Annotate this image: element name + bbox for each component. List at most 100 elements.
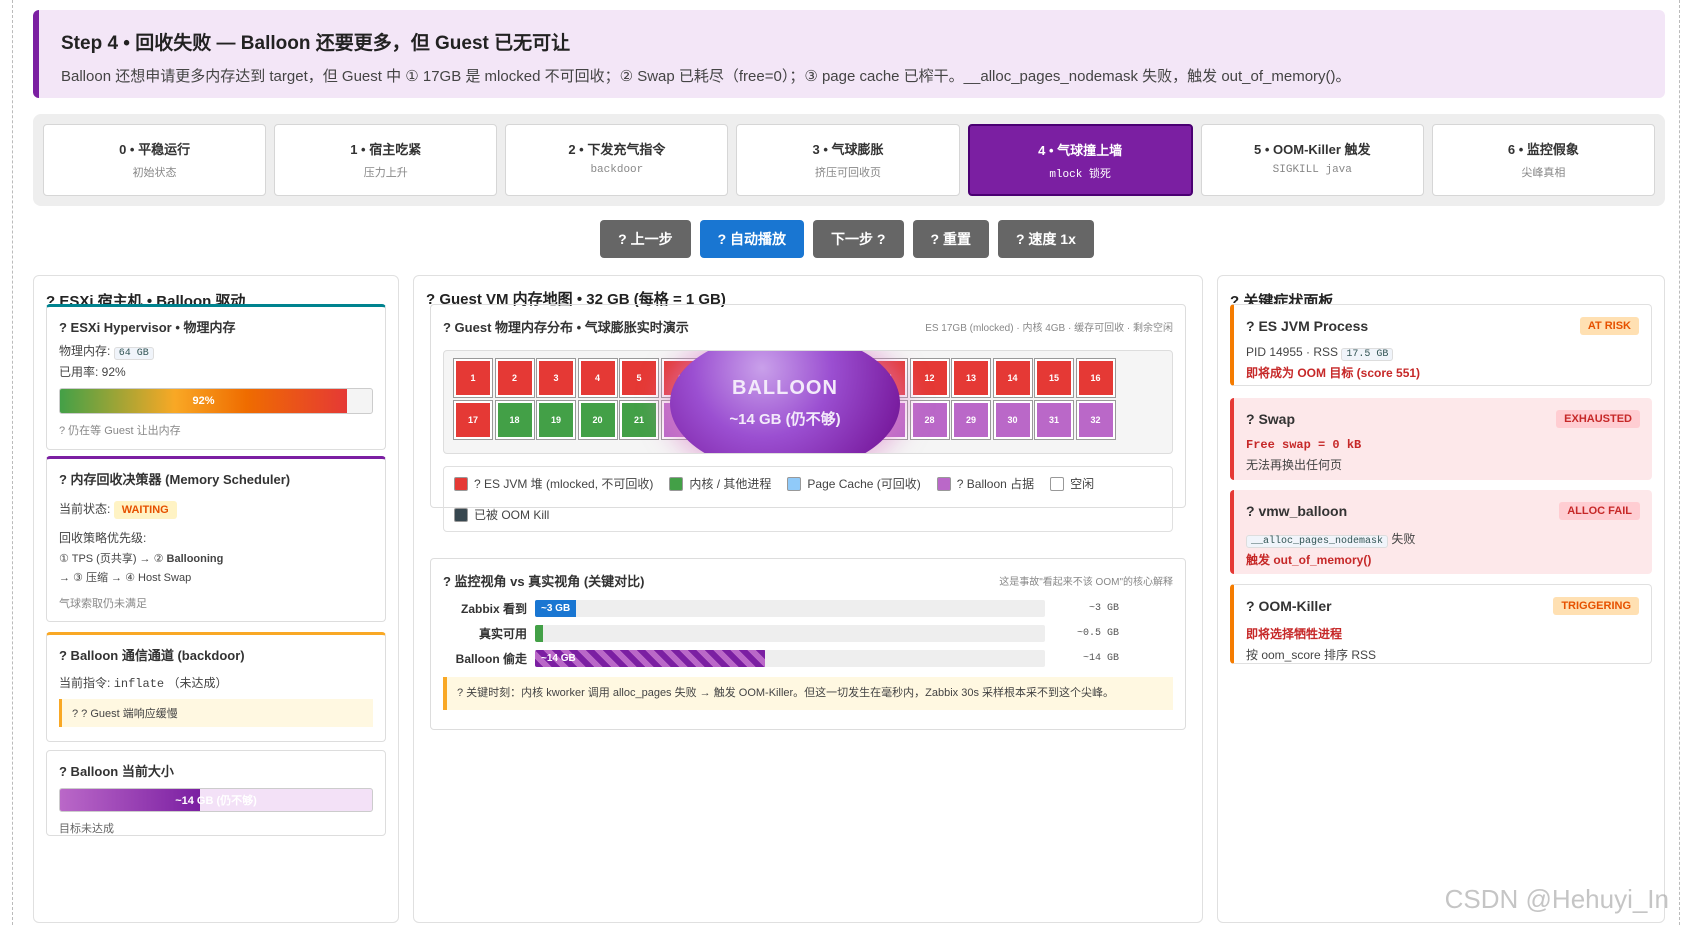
step-tab-label: 2 • 下发充气指令 — [568, 142, 666, 157]
next-step-button[interactable]: 下一步 ? — [813, 220, 904, 258]
legend-swatch — [669, 476, 684, 491]
memory-cell: 18 — [494, 400, 535, 440]
swap-note: 无法再换出任何页 — [1246, 458, 1343, 472]
oom-killer-line1: 即将选择牺牲进程 — [1246, 627, 1343, 641]
balloon-size-note: 目标未达成 — [59, 823, 114, 835]
legend-label: ? ES JVM 堆 (mlocked, 不可回收) — [474, 477, 654, 491]
legend-label: 已被 OOM Kill — [474, 508, 550, 522]
scheduler-card: ? 内存回收决策器 (Memory Scheduler) 当前状态: WAITI… — [46, 456, 386, 622]
balloon-title: BALLOON — [732, 377, 838, 399]
legend-label: ? Balloon 占据 — [956, 477, 1035, 491]
priority-line-2: → ③ 压缩 → ④ Host Swap — [59, 572, 192, 584]
reset-button[interactable]: ? 重置 — [912, 220, 989, 258]
step-tab-1[interactable]: 1 • 宿主吃紧 压力上升 — [274, 124, 498, 196]
legend-swatch — [1050, 476, 1065, 491]
memory-cell: 12 — [909, 358, 950, 398]
memory-cell: 28 — [909, 400, 950, 440]
channel-alert: ? ? Guest 端响应缓慢 — [59, 699, 373, 727]
status-badge: EXHAUSTED — [1556, 410, 1640, 428]
step-tab-sub: mlock 锁死 — [1049, 169, 1111, 181]
scheduler-state-label: 当前状态: — [59, 502, 111, 516]
step-tab-6[interactable]: 6 • 监控假象 尖峰真相 — [1431, 124, 1655, 196]
page-frame: Step 4 • 回收失败 — Balloon 还要更多，但 Guest 已无可… — [12, 0, 1680, 925]
legend-swatch — [454, 476, 468, 491]
legend-label: 空闲 — [1070, 477, 1095, 491]
step-tab-sub: 压力上升 — [363, 168, 408, 180]
channel-card: ? Balloon 通信通道 (backdoor) 当前指令: inflate … — [46, 632, 386, 742]
step-tab-2[interactable]: 2 • 下发充气指令 backdoor — [505, 124, 729, 196]
channel-cmd-label: 当前指令: — [59, 676, 111, 690]
prev-step-button[interactable]: ? 上一步 — [600, 220, 691, 258]
memory-cell: 19 — [536, 400, 576, 440]
vmw-balloon-title: ? vmw_balloon — [1246, 503, 1348, 519]
oom-killer-line2: 按 oom_score 排序 RSS — [1246, 648, 1377, 662]
priority-text: ① TPS (页共享) → ② — [59, 553, 164, 565]
es-jvm-card: ? ES JVM Process AT RISK PID 14955 · RSS… — [1230, 304, 1652, 386]
legend-item: ? ES JVM 堆 (mlocked, 不可回收) — [454, 475, 653, 492]
compare-bar-text: ~3 GB — [541, 603, 571, 614]
vmw-balloon-trigger: 触发 out_of_memory() — [1246, 553, 1372, 567]
status-badge: AT RISK — [1579, 317, 1639, 335]
alloc-fail-text: 失败 — [1391, 532, 1416, 546]
vmw-balloon-card: ? vmw_balloon ALLOC FAIL __alloc_pages_n… — [1230, 490, 1652, 574]
autoplay-button[interactable]: ? 自动播放 — [699, 220, 805, 258]
scheduler-title: ? 内存回收决策器 (Memory Scheduler) — [59, 472, 291, 487]
step-tab-0[interactable]: 0 • 平稳运行 初始状态 — [43, 124, 267, 196]
compare-row-label: Zabbix 看到 — [460, 602, 527, 616]
scheduler-note: 气球索取仍未满足 — [59, 598, 147, 610]
step-tab-sub: 尖峰真相 — [1521, 168, 1566, 180]
step-tab-label: 0 • 平稳运行 — [119, 142, 191, 157]
balloon-size-title: ? Balloon 当前大小 — [59, 764, 174, 779]
step-tab-3[interactable]: 3 • 气球膨胀 挤压可回收页 — [736, 124, 960, 196]
memory-map-card: ? Guest 物理内存分布 • 气球膨胀实时演示 ES 17GB (mlock… — [430, 304, 1186, 532]
memory-grid: 1234567891011121314151617181920212223242… — [443, 350, 1173, 454]
balloon-size-bar: ~14 GB (仍不够) — [59, 788, 373, 812]
swap-card: ? Swap EXHAUSTED Free swap = 0 kB 无法再换出任… — [1230, 398, 1652, 480]
memory-map-hint: ES 17GB (mlocked) · 内核 4GB · 缓存可回收 · 剩余空… — [925, 323, 1173, 334]
hypervisor-card: ? ESXi Hypervisor • 物理内存 物理内存: 64 GB 已用率… — [46, 304, 386, 450]
compare-value: ~3 GB — [1088, 603, 1119, 614]
oom-killer-title: ? OOM-Killer — [1246, 598, 1332, 614]
compare-row-real: 真实可用 ~0.5 GB — [443, 625, 1173, 642]
esxi-panel: ? ESXi 宿主机 • Balloon 驱动 ? ESXi Hyperviso… — [33, 275, 399, 923]
compare-row-label: Balloon 偷走 — [455, 652, 527, 666]
step-tab-4[interactable]: 4 • 气球撞上墙 mlock 锁死 — [967, 124, 1193, 196]
step-tab-label: 6 • 监控假象 — [1507, 142, 1579, 157]
es-jvm-warning: 即将成为 OOM 目标 (score 551) — [1246, 366, 1421, 380]
compare-card: ? 监控视角 vs 真实视角 (关键对比) 这是事故"看起来不该 OOM"的核心… — [430, 558, 1186, 730]
channel-cmd-value: inflate — [113, 677, 165, 691]
phys-mem-label: 物理内存: — [59, 344, 111, 358]
alloc-func: __alloc_pages_nodemask — [1246, 535, 1389, 548]
status-badge: TRIGGERING — [1553, 597, 1639, 615]
legend-label: 内核 / 其他进程 — [689, 477, 772, 491]
phys-mem-value: 64 GB — [113, 347, 154, 360]
symptoms-panel: ? 关键症状面板 ? ES JVM Process AT RISK PID 14… — [1217, 275, 1665, 923]
watermark: CSDN @Hehuyi_In — [1444, 884, 1669, 914]
memory-cell: 30 — [992, 400, 1033, 440]
compare-row-balloon: Balloon 偷走 ~14 GB ~14 GB — [443, 650, 1173, 667]
compare-row-zabbix: Zabbix 看到 ~3 GB ~3 GB — [443, 600, 1173, 617]
swap-free: Free swap = 0 kB — [1246, 438, 1362, 452]
es-jvm-rss: 17.5 GB — [1341, 348, 1394, 361]
hypervisor-note: ? 仍在等 Guest 让出内存 — [59, 425, 181, 437]
used-rate: 已用率: 92% — [59, 365, 126, 379]
speed-button[interactable]: ? 速度 1x — [997, 220, 1094, 258]
swap-header: ? Swap EXHAUSTED — [1246, 410, 1640, 428]
step-tab-label: 3 • 气球膨胀 — [812, 142, 884, 157]
compare-value: ~14 GB — [1082, 653, 1119, 664]
step-tab-5[interactable]: 5 • OOM-Killer 触发 SIGKILL java — [1200, 124, 1424, 196]
memory-cell: 5 — [619, 358, 659, 398]
compare-row-label: 真实可用 — [478, 627, 527, 641]
vmw-balloon-line: __alloc_pages_nodemask 失败 — [1246, 530, 1640, 548]
oom-killer-header: ? OOM-Killer TRIGGERING — [1246, 597, 1639, 615]
memory-cell: 31 — [1034, 400, 1074, 440]
step-tab-sub: 初始状态 — [132, 168, 177, 180]
memory-cell: 16 — [1075, 358, 1116, 398]
memory-cell: 3 — [536, 358, 576, 398]
host-usage-label: 92% — [192, 395, 215, 407]
legend-item: 已被 OOM Kill — [454, 506, 549, 523]
compare-header: ? 监控视角 vs 真实视角 (关键对比) 这是事故"看起来不该 OOM"的核心… — [443, 571, 1173, 590]
step-tab-sub: 挤压可回收页 — [814, 168, 881, 180]
es-jvm-pid: PID 14955 · RSS — [1246, 345, 1339, 359]
memory-cell: 1 — [453, 358, 493, 398]
